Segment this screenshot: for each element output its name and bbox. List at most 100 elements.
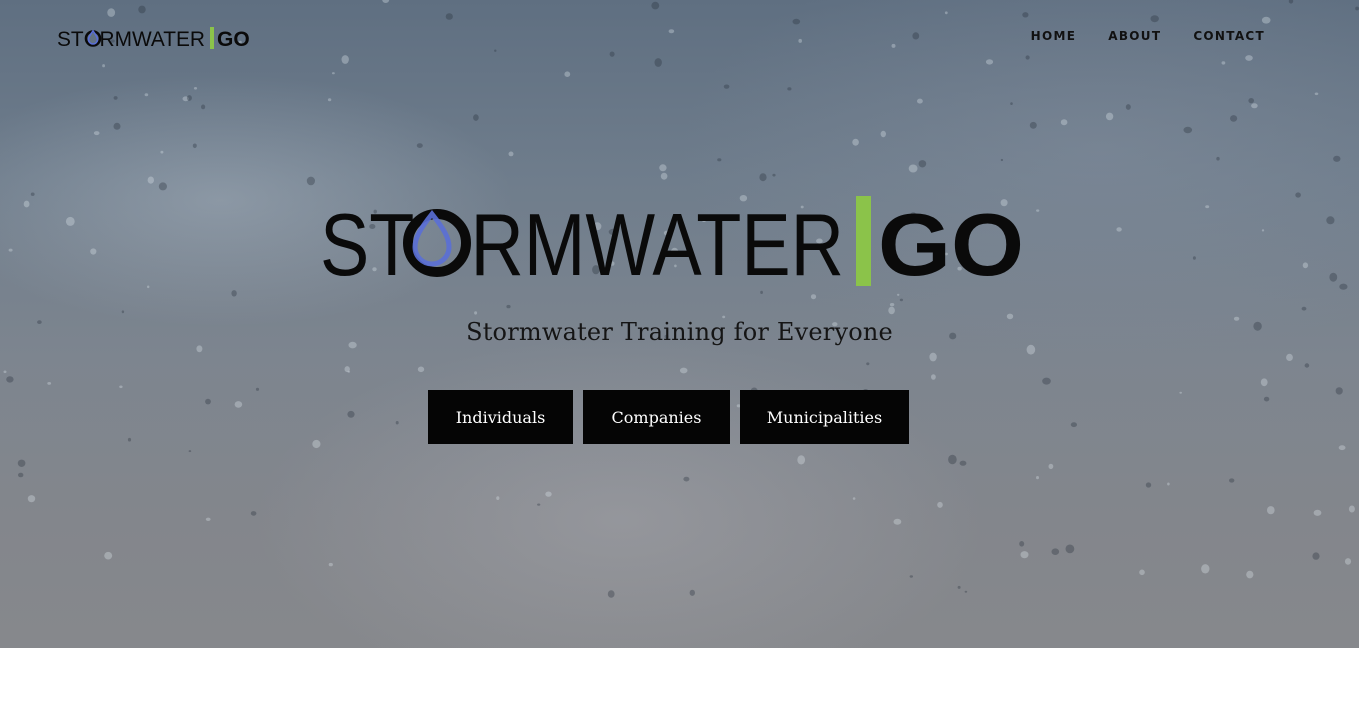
- hero-section: STORMWATER GO HOME ABOUT CONTACT STORMWA…: [0, 0, 1359, 648]
- rain-drop: [445, 13, 453, 20]
- rain-drop: [3, 370, 7, 374]
- rain-drop: [1248, 98, 1254, 104]
- municipalities-button[interactable]: Municipalities: [740, 390, 909, 444]
- rain-drop: [545, 491, 552, 497]
- rain-drop: [1051, 548, 1060, 555]
- rain-drop: [1246, 570, 1254, 579]
- rain-drop: [1025, 55, 1030, 60]
- rain-drop: [1036, 476, 1039, 480]
- rain-drop: [1060, 119, 1068, 126]
- rain-drop: [201, 104, 206, 110]
- rain-drop: [113, 122, 121, 130]
- rain-drop: [160, 150, 164, 154]
- rain-drop: [1261, 229, 1265, 232]
- rain-drop: [1314, 92, 1319, 96]
- rain-drop: [1267, 506, 1275, 515]
- logo-green-bar: [210, 27, 214, 49]
- rain-drop: [1263, 396, 1270, 402]
- rain-drop: [723, 84, 730, 89]
- rain-drop: [327, 98, 332, 102]
- rain-drop: [1048, 463, 1054, 470]
- rain-drop: [231, 290, 237, 297]
- rain-drop: [1260, 378, 1268, 387]
- rain-drop: [1295, 192, 1301, 198]
- rain-drop: [147, 285, 150, 289]
- rain-drop: [1070, 422, 1077, 428]
- companies-button[interactable]: Companies: [583, 390, 730, 444]
- rain-drop: [798, 38, 802, 43]
- rain-drop: [205, 398, 211, 405]
- rain-drop: [144, 93, 149, 97]
- rain-drop: [912, 32, 920, 40]
- rain-drop: [964, 590, 968, 593]
- rain-drop: [416, 143, 423, 149]
- rain-drop: [759, 173, 767, 182]
- rain-drop: [1116, 227, 1122, 232]
- nav-home[interactable]: HOME: [1031, 29, 1077, 43]
- rain-drop: [312, 439, 321, 449]
- rain-drop: [205, 517, 211, 521]
- rain-drop: [494, 49, 497, 52]
- rain-drop: [127, 437, 132, 442]
- svg-text:GO: GO: [878, 196, 1024, 288]
- rain-drop: [866, 362, 870, 366]
- rain-drop: [102, 64, 105, 68]
- rain-drop: [1312, 552, 1320, 560]
- rain-drop: [1286, 353, 1293, 361]
- rain-drop: [250, 511, 257, 516]
- rain-drop: [90, 248, 97, 255]
- rain-drop: [328, 562, 333, 567]
- rain-drop: [888, 306, 895, 315]
- rain-drop: [1026, 344, 1036, 355]
- rain-drop: [1036, 209, 1040, 212]
- rain-drop: [138, 5, 146, 14]
- rain-drop: [1333, 155, 1341, 162]
- rain-drop: [1288, 0, 1294, 4]
- rain-drop: [917, 98, 923, 104]
- hero-logo: STORMWATER GO: [320, 196, 1024, 288]
- rain-drop: [891, 43, 896, 48]
- audience-buttons: Individuals Companies Municipalities: [428, 390, 909, 444]
- rain-drop: [957, 585, 961, 589]
- rain-drop: [1029, 121, 1037, 129]
- rain-drop: [918, 160, 927, 168]
- rain-drop: [689, 589, 695, 596]
- rain-drop: [797, 455, 806, 465]
- rain-drop: [1339, 283, 1348, 290]
- rain-drop: [537, 503, 541, 506]
- rain-drop: [651, 1, 660, 10]
- rain-drop: [119, 385, 123, 389]
- rain-drop: [1230, 115, 1238, 122]
- rain-drop: [1183, 126, 1193, 134]
- nav-contact[interactable]: CONTACT: [1193, 29, 1265, 43]
- rain-drop: [1065, 544, 1075, 554]
- rain-drop: [1348, 505, 1355, 513]
- rain-drop: [1105, 112, 1114, 121]
- rain-drop: [985, 59, 994, 65]
- rain-drop: [1020, 551, 1029, 559]
- rain-drop: [395, 421, 399, 425]
- rain-drop: [192, 143, 197, 149]
- rain-drop: [47, 382, 52, 385]
- nav-logo[interactable]: STORMWATER GO: [57, 26, 259, 50]
- rain-drop: [889, 303, 895, 307]
- rain-drop: [852, 138, 859, 146]
- rain-drop: [1245, 55, 1253, 61]
- rain-drop: [792, 18, 801, 25]
- rain-drop: [607, 590, 615, 598]
- nav-about[interactable]: ABOUT: [1108, 29, 1161, 43]
- individuals-button[interactable]: Individuals: [428, 390, 573, 444]
- rain-drop: [893, 518, 902, 525]
- rain-drop: [668, 29, 675, 34]
- hero-logo-green-bar: [856, 196, 871, 286]
- rain-drop: [897, 293, 900, 296]
- rain-drop: [948, 454, 957, 465]
- rain-drop: [1338, 445, 1346, 451]
- svg-text:GO: GO: [217, 28, 250, 50]
- rain-drop: [787, 87, 792, 91]
- rain-drop: [506, 304, 511, 309]
- rain-drop: [1000, 158, 1004, 162]
- rain-drop: [937, 501, 943, 508]
- rain-drop: [104, 551, 113, 560]
- rain-drop: [341, 55, 349, 64]
